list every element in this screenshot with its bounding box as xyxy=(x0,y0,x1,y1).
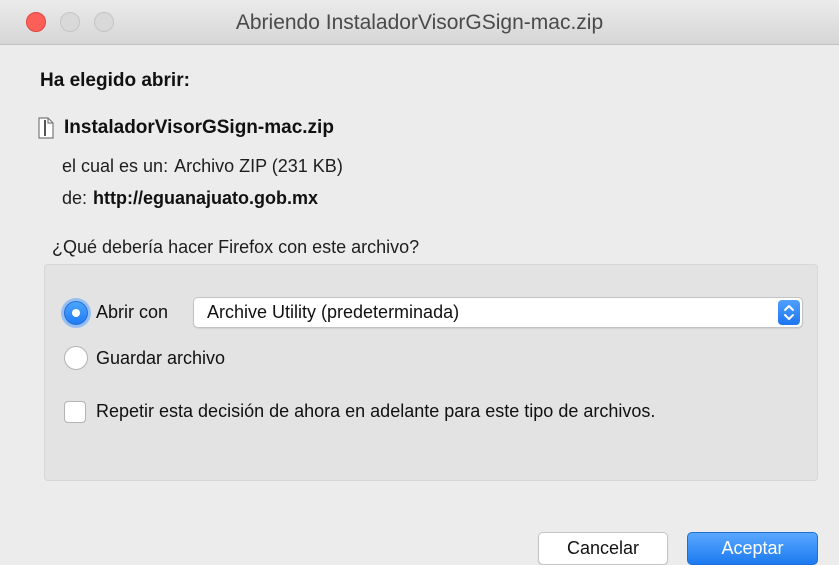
chevron-up-down-icon[interactable] xyxy=(778,300,800,325)
window-title: Abriendo InstaladorVisorGSign-mac.zip xyxy=(235,11,604,34)
cancel-button[interactable]: Cancelar xyxy=(538,532,668,565)
save-file-radio[interactable] xyxy=(64,346,88,370)
action-question: ¿Qué debería hacer Firefox con este arch… xyxy=(52,237,420,257)
remember-decision-label[interactable]: Repetir esta decisión de ahora en adelan… xyxy=(96,401,655,422)
open-with-label[interactable]: Abrir con xyxy=(96,302,168,323)
open-with-app-value: Archive Utility (predeterminada) xyxy=(207,302,460,322)
open-with-app-select[interactable]: Archive Utility (predeterminada) xyxy=(193,297,803,328)
title-bar[interactable]: Abriendo InstaladorVisorGSign-mac.zip xyxy=(0,0,839,45)
chevron-up-down-icon-glyph xyxy=(784,305,794,320)
save-file-label[interactable]: Guardar archivo xyxy=(96,348,225,369)
accept-button[interactable]: Aceptar xyxy=(687,532,818,565)
file-type-line: el cual es un: Archivo ZIP (231 KB) xyxy=(62,156,343,177)
file-type-label: el cual es un: xyxy=(62,156,169,176)
file-name: InstaladorVisorGSign-mac.zip xyxy=(64,117,334,138)
download-dialog-window: Abriendo InstaladorVisorGSign-mac.zip Ha… xyxy=(0,0,839,565)
file-source-line: de: http://eguanajuato.gob.mx xyxy=(62,188,318,209)
dialog-heading: Ha elegido abrir: xyxy=(40,70,190,91)
file-source-label: de: xyxy=(62,188,88,208)
file-source-value: http://eguanajuato.gob.mx xyxy=(93,188,319,208)
file-info-row: InstaladorVisorGSign-mac.zip xyxy=(38,113,334,143)
remember-decision-checkbox[interactable] xyxy=(64,401,86,423)
open-with-radio[interactable] xyxy=(64,301,88,325)
file-type-value: Archivo ZIP (231 KB) xyxy=(174,156,343,176)
document-icon xyxy=(38,117,54,139)
